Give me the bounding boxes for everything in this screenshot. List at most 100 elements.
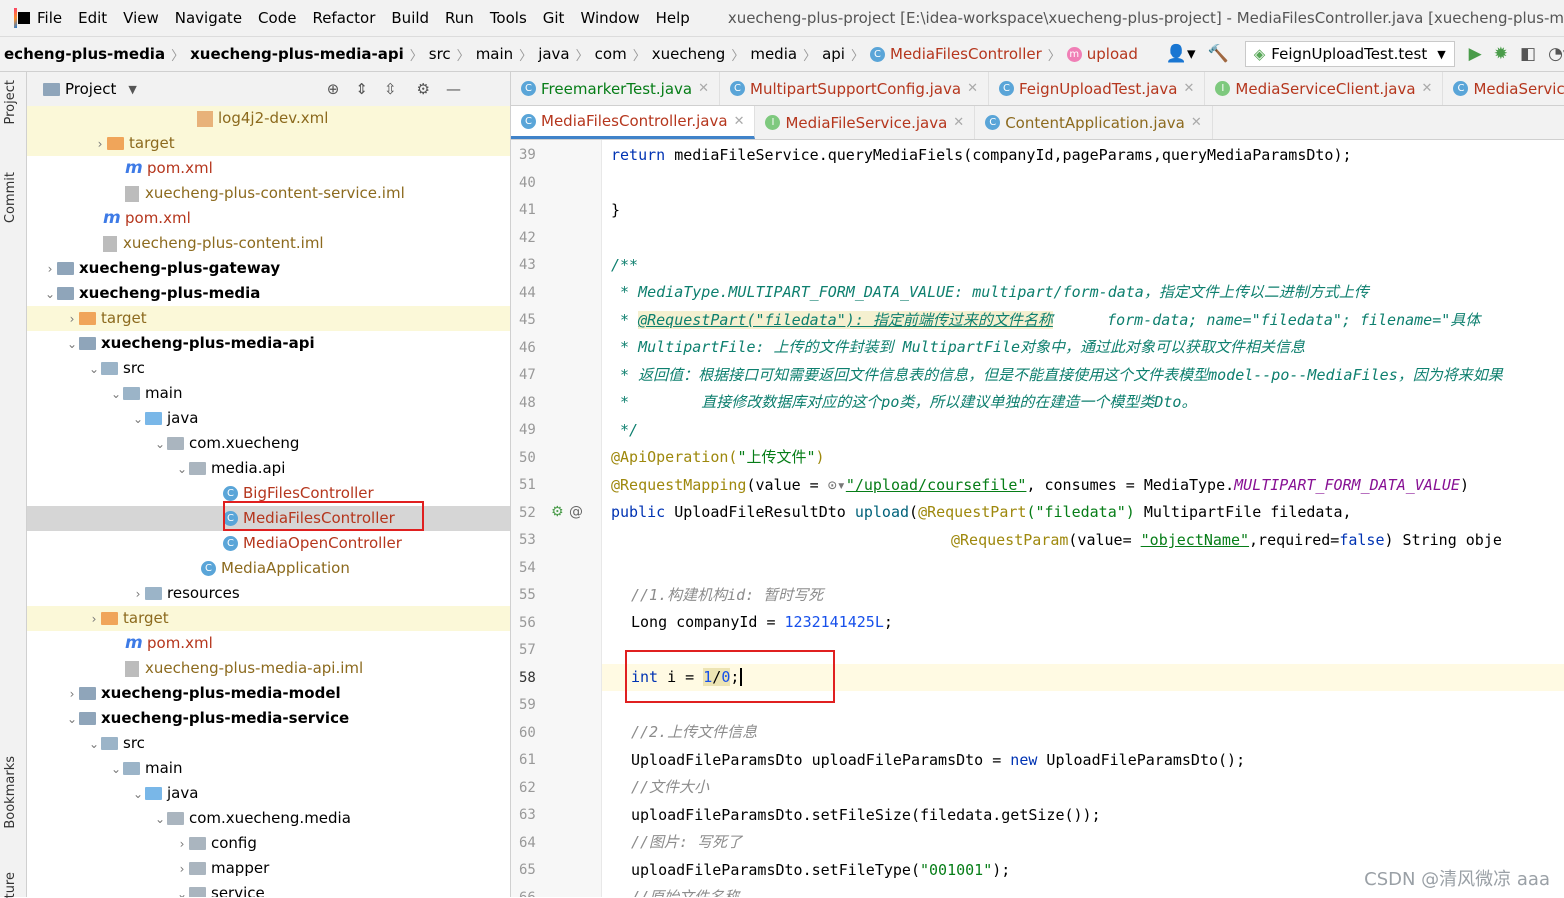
- tab-media-service[interactable]: CMediaServic: [1443, 72, 1564, 105]
- breadcrumb-api[interactable]: api: [818, 45, 849, 63]
- expand-all-icon[interactable]: ⇕: [355, 80, 368, 98]
- tree-item-java[interactable]: ⌄java: [27, 406, 511, 431]
- menu-view[interactable]: View: [115, 9, 167, 27]
- tree-item-xuecheng-plus-content-iml[interactable]: xuecheng-plus-content.iml: [27, 231, 511, 256]
- chevron-icon[interactable]: ⌄: [109, 757, 123, 782]
- spring-bean-icon[interactable]: ⚙: [551, 504, 564, 520]
- profile-icon[interactable]: ◔▾: [1548, 44, 1564, 64]
- close-icon[interactable]: ✕: [1184, 81, 1195, 96]
- breadcrumb-main[interactable]: main: [472, 45, 517, 63]
- close-icon[interactable]: ✕: [1191, 115, 1202, 130]
- tab-feign-upload-test[interactable]: CFeignUploadTest.java✕: [989, 72, 1205, 105]
- breadcrumb-media-api[interactable]: xuecheng-plus-media-api: [186, 45, 408, 63]
- close-icon[interactable]: ✕: [967, 81, 978, 96]
- run-icon[interactable]: ▶: [1469, 44, 1482, 64]
- tree-item-pom-xml[interactable]: mpom.xml: [27, 631, 511, 656]
- close-icon[interactable]: ✕: [953, 115, 964, 130]
- tree-item-mapper[interactable]: ›mapper: [27, 856, 511, 881]
- breadcrumb-src[interactable]: src: [425, 45, 455, 63]
- close-icon[interactable]: ✕: [698, 81, 709, 96]
- close-icon[interactable]: ✕: [734, 114, 745, 129]
- tab-media-file-service[interactable]: IMediaFileService.java✕: [755, 106, 975, 139]
- locate-icon[interactable]: ⊕: [327, 80, 340, 98]
- menu-git[interactable]: Git: [535, 9, 573, 27]
- tree-item-pom-xml[interactable]: mpom.xml: [27, 206, 511, 231]
- tree-item-pom-xml[interactable]: mpom.xml: [27, 156, 511, 181]
- structure-tool-tab[interactable]: ture: [3, 872, 18, 898]
- breadcrumb-media-pkg[interactable]: media: [746, 45, 801, 63]
- tab-content-application[interactable]: CContentApplication.java✕: [975, 106, 1213, 139]
- tree-item-xuecheng-plus-media-service[interactable]: ⌄xuecheng-plus-media-service: [27, 706, 511, 731]
- tree-item-com-xuecheng-media[interactable]: ⌄com.xuecheng.media: [27, 806, 511, 831]
- tab-media-files-controller[interactable]: CMediaFilesController.java✕: [511, 106, 755, 139]
- code-editor[interactable]: 3940414243444546474849505152535455565758…: [511, 140, 1564, 897]
- tab-multipart-support-config[interactable]: CMultipartSupportConfig.java✕: [720, 72, 989, 105]
- tree-item-xuecheng-plus-media-model[interactable]: ›xuecheng-plus-media-model: [27, 681, 511, 706]
- chevron-icon[interactable]: ›: [131, 582, 145, 607]
- tree-item-config[interactable]: ›config: [27, 831, 511, 856]
- user-icon[interactable]: 👤▾: [1166, 44, 1196, 64]
- tree-item-xuecheng-plus-content-service-iml[interactable]: xuecheng-plus-content-service.iml: [27, 181, 511, 206]
- tree-item-xuecheng-plus-media-api-iml[interactable]: xuecheng-plus-media-api.iml: [27, 656, 511, 681]
- chevron-icon[interactable]: ⌄: [153, 807, 167, 832]
- chevron-down-icon[interactable]: ▼: [128, 83, 136, 96]
- chevron-icon[interactable]: ⌄: [175, 882, 189, 897]
- tree-item-com-xuecheng[interactable]: ⌄com.xuecheng: [27, 431, 511, 456]
- project-tool-tab[interactable]: Project: [3, 80, 18, 124]
- menu-run[interactable]: Run: [437, 9, 482, 27]
- debug-icon[interactable]: ✹: [1494, 44, 1508, 64]
- chevron-icon[interactable]: ⌄: [65, 707, 79, 732]
- chevron-icon[interactable]: ›: [175, 857, 189, 882]
- tree-item-target[interactable]: ›target: [27, 131, 511, 156]
- menu-tools[interactable]: Tools: [482, 9, 535, 27]
- menu-navigate[interactable]: Navigate: [167, 9, 250, 27]
- breadcrumb-xuecheng[interactable]: xuecheng: [648, 45, 730, 63]
- coverage-icon[interactable]: ◧: [1520, 44, 1536, 64]
- chevron-icon[interactable]: ⌄: [153, 432, 167, 457]
- chevron-icon[interactable]: ›: [93, 132, 107, 157]
- tree-item-main[interactable]: ⌄main: [27, 381, 511, 406]
- chevron-icon[interactable]: ⌄: [131, 782, 145, 807]
- tree-item-service[interactable]: ⌄service: [27, 881, 511, 897]
- tab-media-service-client[interactable]: IMediaServiceClient.java✕: [1205, 72, 1443, 105]
- chevron-icon[interactable]: ›: [65, 307, 79, 332]
- tree-item-log4j2-dev-xml[interactable]: log4j2-dev.xml: [27, 106, 511, 131]
- breadcrumb-media[interactable]: echeng-plus-media: [0, 45, 169, 63]
- chevron-icon[interactable]: ⌄: [175, 457, 189, 482]
- project-view-selector[interactable]: Project: [65, 80, 116, 98]
- breadcrumb-class[interactable]: CMediaFilesController: [866, 45, 1046, 63]
- menu-file[interactable]: File: [29, 9, 70, 27]
- chevron-icon[interactable]: ⌄: [65, 332, 79, 357]
- tree-item-java[interactable]: ⌄java: [27, 781, 511, 806]
- breadcrumb-com[interactable]: com: [591, 45, 631, 63]
- tree-item-media-api[interactable]: ⌄media.api: [27, 456, 511, 481]
- commit-tool-tab[interactable]: Commit: [3, 172, 18, 223]
- tree-item-src[interactable]: ⌄src: [27, 356, 511, 381]
- tree-item-mediaopencontroller[interactable]: CMediaOpenController: [27, 531, 511, 556]
- run-config-dropdown[interactable]: ◈FeignUploadTest.test▼: [1245, 41, 1455, 67]
- breadcrumb-method[interactable]: mupload: [1063, 45, 1142, 63]
- menu-refactor[interactable]: Refactor: [304, 9, 383, 27]
- bookmarks-tool-tab[interactable]: Bookmarks: [3, 756, 18, 829]
- annotation-icon[interactable]: @: [569, 504, 583, 520]
- tree-item-src[interactable]: ⌄src: [27, 731, 511, 756]
- tree-item-target[interactable]: ›target: [27, 606, 511, 631]
- chevron-icon[interactable]: ›: [65, 682, 79, 707]
- chevron-icon[interactable]: ⌄: [87, 357, 101, 382]
- tree-item-xuecheng-plus-gateway[interactable]: ›xuecheng-plus-gateway: [27, 256, 511, 281]
- chevron-icon[interactable]: ›: [175, 832, 189, 857]
- gear-icon[interactable]: ⚙: [417, 80, 430, 98]
- chevron-icon[interactable]: ⌄: [109, 382, 123, 407]
- chevron-icon[interactable]: ›: [43, 257, 57, 282]
- chevron-icon[interactable]: ›: [87, 607, 101, 632]
- chevron-icon[interactable]: ⌄: [87, 732, 101, 757]
- breadcrumb-java[interactable]: java: [534, 45, 573, 63]
- tree-item-xuecheng-plus-media[interactable]: ⌄xuecheng-plus-media: [27, 281, 511, 306]
- close-icon[interactable]: ✕: [1422, 81, 1433, 96]
- chevron-icon[interactable]: ⌄: [43, 282, 57, 307]
- menu-help[interactable]: Help: [648, 9, 698, 27]
- tab-freemarker-test[interactable]: CFreemarkerTest.java✕: [511, 72, 720, 105]
- tree-item-mediaapplication[interactable]: CMediaApplication: [27, 556, 511, 581]
- tree-item-resources[interactable]: ›resources: [27, 581, 511, 606]
- menu-code[interactable]: Code: [250, 9, 304, 27]
